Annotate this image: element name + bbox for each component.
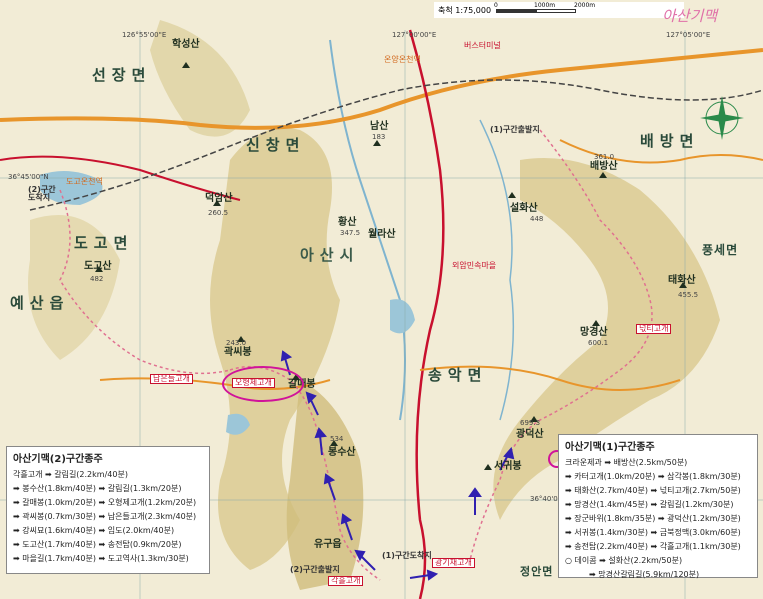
district-songak: 송악면 xyxy=(428,366,488,384)
mountain-namsan: 남산 xyxy=(370,121,389,132)
elev-namsan: 183 xyxy=(372,133,386,141)
district-yesan: 예산읍 xyxy=(10,294,70,312)
scale-bar-light xyxy=(536,9,576,13)
mountain-hwangsan: 황산 xyxy=(338,217,357,228)
district-seonjang: 선장면 xyxy=(92,66,152,84)
scale-label: 축척 1:75,000 xyxy=(438,6,492,15)
label-section2-start: (2)구간출발지 xyxy=(290,565,340,574)
legend-section1-title: 아산기맥(1)구간종주 xyxy=(565,442,655,453)
label-bus-terminal: 버스터미널 xyxy=(464,41,501,50)
coord-127-05: 127°05'00"E xyxy=(666,31,711,39)
scale-tick-1000: 1000m xyxy=(534,2,556,9)
elev-deogamsan: 260.5 xyxy=(208,209,229,217)
label-yugu-eup: 유구읍 xyxy=(314,539,342,550)
legend-section2-row: ➡ 곽씨봉(0.7km/30분) ➡ 납은들고개(2.3km/40분) xyxy=(13,512,197,521)
district-jeongan: 정안면 xyxy=(520,565,554,578)
mountain-taehwasan: 태화산 xyxy=(668,275,696,286)
elev-gwakssibong: 243.0 xyxy=(226,339,247,347)
legend-section2-row: ➡ 강씨묘(1.6km/40분) ➡ 임도(2.0km/40분) xyxy=(13,526,175,535)
legend-section1-row: ➡ 송전탑(2.2km/40분) ➡ 각흘고개(1.1km/30분) xyxy=(565,542,741,551)
mountain-seolhwasan: 설화산 xyxy=(510,203,538,214)
district-baebang: 배방면 xyxy=(640,132,700,150)
legend-section1-row: ➡ 태화산(2.7km/40분) ➡ 넋티고개(2.7km/50분) xyxy=(565,486,741,495)
legend-section2: 아산기맥(2)구간종주 각흘고개 ➡ 갈림길(2.2km/40분) ➡ 봉수산(… xyxy=(6,446,210,574)
coord-36-45: 36°45'00"N xyxy=(8,173,49,181)
scale-tick-0: 0 xyxy=(494,2,498,9)
legend-section1-row: 크라운제과 ➡ 배방산(2.5km/50분) xyxy=(565,458,688,467)
scale-bar: 축척 1:75,000 0 1000m 2000m xyxy=(434,2,684,18)
elev-baebangsan: 361.0 xyxy=(594,153,615,161)
legend-section2-row: ➡ 마을길(1.7km/40분) ➡ 도고역사(1.3km/30분) xyxy=(13,554,189,563)
district-sinchang: 신창면 xyxy=(246,136,306,154)
mountain-manggyeongsan: 망경산 xyxy=(580,327,608,338)
highlight-circle-ohyeongje xyxy=(222,366,304,402)
elev-manggyeongsan: 600.1 xyxy=(588,339,609,347)
coord-127-00: 127°00'00"E xyxy=(392,31,437,39)
district-asan-si: 아산시 xyxy=(300,246,360,264)
legend-section1-row: ➡ 서귀봉(1.4km/30분) ➡ 금북정맥(3.0km/60분) xyxy=(565,528,741,537)
label-dogo-station: 도고온천역 xyxy=(66,177,103,186)
legend-section1-row: ○ 데이콤 ➡ 설화산(2.2km/50분) xyxy=(565,556,683,565)
elev-dogosan: 482 xyxy=(90,275,104,283)
elev-gwangdeoksan: 699.3 xyxy=(520,419,541,427)
elev-taehwasan: 455.5 xyxy=(678,291,699,299)
elev-hwangsan: 347.5 xyxy=(340,229,361,237)
label-section1-start: (1)구간출발지 xyxy=(490,125,540,134)
label-oeam-village: 외암민속마을 xyxy=(452,261,497,270)
legend-section2-row: ➡ 갈매봉(1.0km/20분) ➡ 오형제고개(1.2km/20분) xyxy=(13,498,197,507)
legend-section2-row: ➡ 봉수산(1.8km/40분) ➡ 갈림길(1.3km/20분) xyxy=(13,484,182,493)
elev-seolhwasan: 448 xyxy=(530,215,544,223)
legend-section1: 아산기맥(1)구간종주 크라운제과 ➡ 배방산(2.5km/50분) ➡ 카터고… xyxy=(558,434,758,579)
map-title: 아산기맥 xyxy=(662,7,718,25)
scale-bar-dark xyxy=(496,9,536,13)
legend-section1-row: ➡ 망경산(1.4km/45분) ➡ 갈림길(1.2km/30분) xyxy=(565,500,734,509)
label-gakheul-pass: 각흘고개 xyxy=(328,576,364,586)
mountain-dogosan: 도고산 xyxy=(84,261,112,272)
coord-126-55: 126°55'00"E xyxy=(122,31,167,39)
district-dogo: 도고면 xyxy=(74,234,134,252)
mountain-wollasan: 월라산 xyxy=(368,229,396,240)
legend-section2-title: 아산기맥(2)구간종주 xyxy=(13,454,103,465)
elev-bongsusan: 534 xyxy=(330,435,344,443)
mountain-baebangsan: 배방산 xyxy=(590,161,618,172)
scale-tick-2000: 2000m xyxy=(574,2,596,9)
legend-section1-row: ➡ 장군바위(1.8km/35분) ➡ 광덕산(1.2km/30분) xyxy=(565,514,741,523)
legend-section2-row: ➡ 도고산(1.7km/40분) ➡ 송전탑(0.9km/20분) xyxy=(13,540,182,549)
label-nambeul-pass: 납은들고개 xyxy=(150,374,193,384)
legend-section1-row: ➡ 카터고개(1.0km/20분) ➡ 삼각봉(1.8km/30분) xyxy=(565,472,741,481)
label-section1-end: (1)구간도착지 xyxy=(382,551,432,560)
label-gwanggi-pass: 광기재고개 xyxy=(432,558,475,568)
legend-section1-row: ➡ 망경산갈림길(5.9km/120분) xyxy=(589,570,700,579)
label-neotgeun-pass: 넋티고개 xyxy=(636,324,672,334)
mountain-seogwibong: 서귀봉 xyxy=(494,461,522,472)
mountain-hakseongsan: 학성산 xyxy=(172,39,200,50)
mountain-bongsusan: 봉수산 xyxy=(328,447,356,458)
district-pungse: 풍세면 xyxy=(702,243,739,257)
mountain-deogamsan: 덕암산 xyxy=(205,193,233,204)
label-section2-end: (2)구간 도착지 xyxy=(28,185,56,202)
legend-section2-row: 각흘고개 ➡ 갈림길(2.2km/40분) xyxy=(13,470,128,479)
mountain-gwangdeoksan: 광덕산 xyxy=(516,429,544,440)
label-onyang-station: 온양온천역 xyxy=(384,55,421,64)
mountain-gwakssibong: 곽씨봉 xyxy=(224,347,252,358)
